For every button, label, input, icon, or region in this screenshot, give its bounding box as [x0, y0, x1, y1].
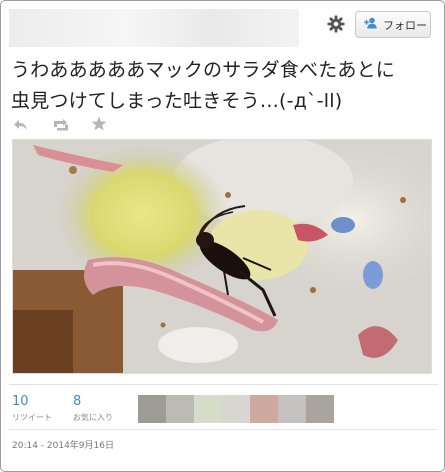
favorite-count-label: お気に入り	[73, 413, 113, 422]
favorite-count-value: 8	[73, 394, 82, 409]
user-header-blurred[interactable]	[9, 9, 309, 49]
reply-icon[interactable]	[13, 117, 31, 131]
retweet-count[interactable]: 10 リツイート	[12, 394, 52, 423]
user-name-blurred	[9, 9, 299, 47]
favoriter-avatars	[138, 395, 338, 423]
avatar[interactable]	[306, 395, 334, 423]
avatar[interactable]	[166, 395, 194, 423]
tweet-photo[interactable]	[12, 139, 432, 374]
follow-button[interactable]: フォロー	[355, 11, 431, 38]
tweet-timestamp[interactable]: 20:14 - 2014年9月16日	[12, 438, 114, 451]
star-icon[interactable]	[91, 116, 109, 131]
tweet-text-line-2: 虫見つけてしまった吐きそう…(-д`-ll)	[11, 90, 343, 112]
follow-label: フォロー	[383, 18, 427, 32]
divider	[9, 384, 438, 385]
retweet-icon[interactable]	[51, 117, 71, 131]
favorite-count[interactable]: 8 お気に入り	[73, 394, 113, 423]
avatar[interactable]	[138, 395, 166, 423]
tweet-text: うわあああああマックのサラダ食べたあとに 虫見つけてしまった吐きそう…(-д`-…	[11, 55, 436, 117]
tweet-card: フォロー うわあああああマックのサラダ食べたあとに 虫見つけてしまった吐きそう……	[0, 0, 445, 472]
gear-icon[interactable]	[326, 14, 346, 34]
avatar[interactable]	[222, 395, 250, 423]
avatar[interactable]	[194, 395, 222, 423]
retweet-count-value: 10	[12, 394, 29, 409]
avatar[interactable]	[250, 395, 278, 423]
divider	[9, 429, 438, 430]
retweet-count-label: リツイート	[12, 413, 52, 422]
tweet-photo-image	[13, 140, 431, 373]
add-person-icon	[364, 17, 378, 32]
avatar[interactable]	[278, 395, 306, 423]
tweet-text-line-1: うわあああああマックのサラダ食べたあとに	[11, 59, 396, 81]
